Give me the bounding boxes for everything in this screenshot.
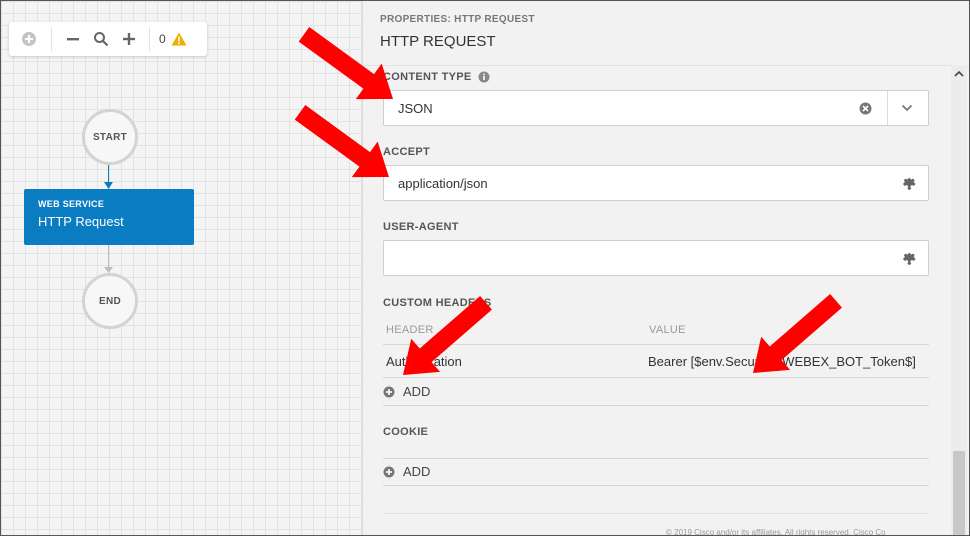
info-icon[interactable] bbox=[478, 71, 490, 83]
activity-type-label: WEB SERVICE bbox=[38, 199, 105, 209]
section-divider bbox=[383, 405, 929, 406]
end-node-label: END bbox=[98, 295, 121, 307]
scrollbar-thumb[interactable] bbox=[953, 451, 965, 535]
connector-line bbox=[108, 165, 109, 185]
end-node[interactable]: END bbox=[82, 273, 138, 329]
column-header-value: VALUE bbox=[649, 324, 686, 336]
toolbar-divider bbox=[51, 27, 52, 51]
user-agent-field[interactable] bbox=[383, 240, 929, 276]
add-cookie-button[interactable]: ADD bbox=[383, 464, 430, 479]
content-type-label: CONTENT TYPE bbox=[383, 71, 472, 83]
properties-header: PROPERTIES: HTTP REQUEST HTTP REQUEST bbox=[363, 1, 969, 66]
select-divider bbox=[887, 91, 888, 125]
workflow-canvas[interactable]: 0 START WEB SERVICE HTTP Request END bbox=[1, 1, 363, 535]
properties-panel: PROPERTIES: HTTP REQUEST HTTP REQUEST CO… bbox=[363, 1, 969, 535]
search-icon[interactable] bbox=[93, 31, 109, 47]
accept-field[interactable]: application/json bbox=[383, 165, 929, 201]
canvas-toolbar: 0 bbox=[9, 22, 207, 56]
zoom-out-icon[interactable] bbox=[66, 32, 80, 46]
content-type-value: JSON bbox=[398, 101, 433, 116]
copyright-footer: © 2019 Cisco and/or its affiliates. All … bbox=[666, 528, 886, 536]
puzzle-icon[interactable] bbox=[903, 251, 917, 265]
app-frame: 0 START WEB SERVICE HTTP Request END PRO… bbox=[0, 0, 970, 536]
value-cell[interactable]: Bearer [$env.SecureX_WEBEX_BOT_Token$] bbox=[648, 354, 916, 369]
cookie-label: COOKIE bbox=[383, 426, 429, 438]
start-node[interactable]: START bbox=[82, 109, 138, 165]
chevron-down-icon[interactable] bbox=[901, 103, 913, 113]
accept-value: application/json bbox=[398, 176, 488, 191]
properties-title: HTTP REQUEST bbox=[380, 33, 496, 50]
section-divider bbox=[383, 513, 929, 514]
accept-label: ACCEPT bbox=[383, 146, 431, 158]
table-divider bbox=[383, 458, 929, 459]
clear-icon[interactable] bbox=[859, 102, 872, 115]
section-divider bbox=[383, 485, 929, 486]
add-cookie-label: ADD bbox=[403, 464, 431, 479]
custom-headers-label: CUSTOM HEADERS bbox=[383, 297, 492, 309]
add-header-button[interactable]: ADD bbox=[383, 384, 430, 399]
add-circle-icon[interactable] bbox=[21, 31, 37, 47]
warning-count: 0 bbox=[159, 32, 166, 46]
connector-line bbox=[108, 245, 109, 269]
web-service-activity[interactable]: WEB SERVICE HTTP Request bbox=[24, 189, 194, 245]
content-type-select[interactable]: JSON bbox=[383, 90, 929, 126]
puzzle-icon[interactable] bbox=[903, 176, 917, 190]
add-circle-icon bbox=[383, 386, 395, 398]
content-type-label-row: CONTENT TYPE bbox=[383, 71, 490, 83]
warning-icon[interactable] bbox=[171, 32, 187, 46]
properties-subtitle: PROPERTIES: HTTP REQUEST bbox=[380, 14, 535, 25]
table-divider bbox=[383, 344, 929, 345]
header-cell[interactable]: Authorization bbox=[386, 354, 462, 369]
activity-name: HTTP Request bbox=[38, 214, 124, 229]
scroll-up-icon[interactable] bbox=[953, 67, 965, 79]
add-circle-icon bbox=[383, 466, 395, 478]
start-node-label: START bbox=[92, 131, 128, 143]
zoom-in-icon[interactable] bbox=[121, 31, 137, 47]
table-divider bbox=[383, 377, 929, 378]
add-header-label: ADD bbox=[403, 384, 431, 399]
column-header-header: HEADER bbox=[386, 324, 434, 336]
toolbar-divider bbox=[149, 27, 150, 51]
user-agent-label: USER-AGENT bbox=[383, 221, 459, 233]
